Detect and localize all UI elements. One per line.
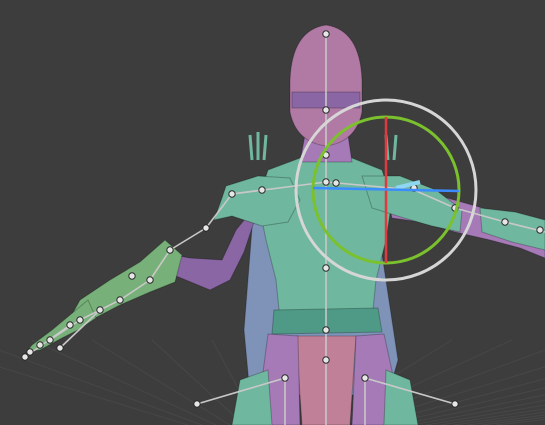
bone-joint[interactable] [332,179,340,187]
bone-joint[interactable] [166,246,174,254]
bone-joint[interactable] [228,190,236,198]
bone-joint[interactable] [322,30,330,38]
bone-joint[interactable] [66,321,74,329]
bone-joint[interactable] [258,186,266,194]
bone-joint[interactable] [202,224,210,232]
bone-joint[interactable] [322,264,330,272]
bone-joint[interactable] [536,226,544,234]
bone-joint[interactable] [281,374,289,382]
bone-joint[interactable] [322,106,330,114]
bone-joint[interactable] [322,178,330,186]
viewport-canvas[interactable] [0,0,545,425]
bone-joint[interactable] [146,276,154,284]
bone-joint[interactable] [128,272,136,280]
bone-joint[interactable] [361,374,369,382]
leg-armor-right[interactable] [383,369,419,425]
grid-line [481,416,545,425]
bone[interactable] [169,227,207,251]
bone-joint[interactable] [322,356,330,364]
grid-line [151,339,245,425]
bone-joint[interactable] [193,400,201,408]
bone-joint[interactable] [322,326,330,334]
bone-joint[interactable] [46,336,54,344]
bone-joint[interactable] [56,344,64,352]
bone-joint[interactable] [501,218,509,226]
bone-joint[interactable] [76,316,84,324]
character-mesh[interactable] [24,24,545,425]
bone-joint[interactable] [21,353,29,361]
bone-joint[interactable] [26,348,34,356]
bone-joint[interactable] [36,341,44,349]
leg-armor-left[interactable] [231,369,273,425]
grid-line [91,339,231,425]
grid-line [31,339,217,425]
bone-joint[interactable] [451,400,459,408]
bone-joint[interactable] [96,306,104,314]
bone-joint[interactable] [116,296,124,304]
3d-viewport[interactable] [0,0,545,425]
